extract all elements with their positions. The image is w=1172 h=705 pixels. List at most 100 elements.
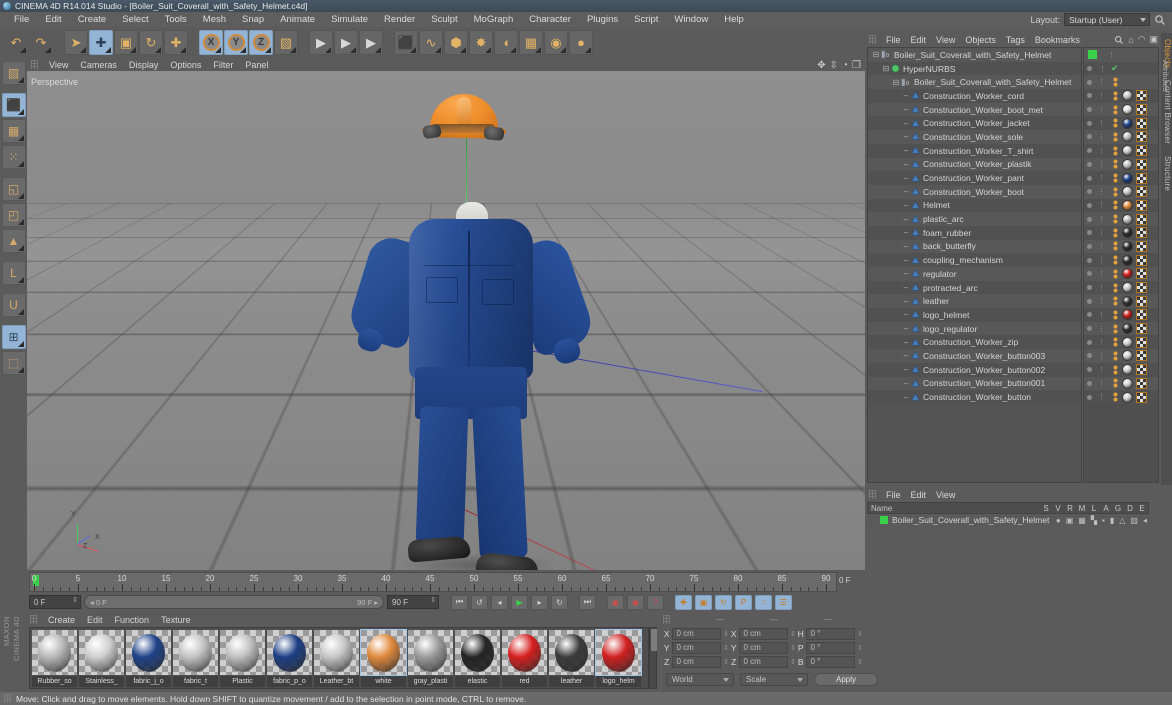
object-tree-row[interactable]: – leather: [868, 294, 1081, 309]
object-tag-row[interactable]: ⋮: [1084, 267, 1158, 281]
visibility-dot-icon[interactable]: [1087, 326, 1092, 332]
workplane-lock-button[interactable]: ⊞: [1, 325, 26, 349]
size-x-field[interactable]: 0 cm: [739, 627, 789, 640]
model-mode-button[interactable]: ⬛: [1, 93, 26, 117]
layer-column-g[interactable]: G: [1112, 504, 1124, 513]
search-icon[interactable]: [1114, 35, 1124, 45]
visibility-dot-icon[interactable]: [1087, 161, 1092, 167]
object-menu-objects[interactable]: Objects: [960, 35, 1001, 45]
object-tree-row[interactable]: – foam_rubber: [868, 225, 1081, 240]
live-selection-tool[interactable]: ➤: [64, 30, 88, 55]
visibility-dot-icon[interactable]: [1087, 230, 1092, 236]
layer-animation-icon[interactable]: ▮: [1110, 516, 1114, 525]
object-tag-row[interactable]: ⋮: [1084, 253, 1158, 267]
position-x-field[interactable]: 0 cm: [672, 627, 722, 640]
tree-expand-toggle[interactable]: ⊟: [881, 64, 891, 73]
apply-button[interactable]: Apply: [814, 673, 878, 686]
go-to-previous-frame-button[interactable]: ◂: [491, 594, 508, 610]
viewport-menu-cameras[interactable]: Cameras: [74, 60, 123, 70]
object-tag-row[interactable]: ⋮: [1084, 294, 1158, 309]
stepper-icon[interactable]: ⇕: [790, 630, 796, 638]
object-tree-row[interactable]: – Construction_Worker_boot_met: [868, 102, 1081, 117]
object-tag-row[interactable]: ⋮: [1084, 376, 1158, 391]
undo-button[interactable]: ↶: [4, 30, 28, 55]
object-tree-row[interactable]: – Helmet: [868, 198, 1081, 213]
object-tag-row[interactable]: ⋮: [1084, 116, 1158, 131]
object-menu-bookmarks[interactable]: Bookmarks: [1030, 35, 1085, 45]
material-tag-icon[interactable]: [1122, 240, 1133, 252]
menu-item-plugins[interactable]: Plugins: [579, 14, 626, 25]
move-tool[interactable]: ✚: [89, 30, 113, 55]
material-tag-icon[interactable]: [1122, 309, 1133, 321]
object-tag-row[interactable]: ⋮: [1084, 198, 1158, 213]
visibility-dot-icon[interactable]: [1087, 66, 1092, 72]
stepper-icon[interactable]: ⇕: [723, 644, 729, 652]
add-cube-object-button[interactable]: ⬛: [394, 30, 418, 55]
layer-render-icon[interactable]: ▦: [1078, 516, 1086, 525]
timeline-ruler[interactable]: 0 5 10 15 20 25 30 35 40 45 50 55 60 65 70 75 80 85 90: [29, 572, 837, 592]
tree-expand-toggle[interactable]: ⊟: [871, 50, 881, 59]
lock-y-axis-button[interactable]: Y: [224, 30, 248, 55]
uvw-tag-icon[interactable]: [1136, 377, 1147, 389]
object-tree-row[interactable]: – Construction_Worker_plastik: [868, 157, 1081, 172]
go-to-start-button[interactable]: ⏮: [451, 594, 468, 610]
viewport-menu-display[interactable]: Display: [123, 60, 165, 70]
object-tree-row[interactable]: – coupling_mechanism: [868, 253, 1081, 267]
material-item[interactable]: gray_plasti: [408, 630, 453, 687]
uvw-tag-icon[interactable]: [1136, 186, 1147, 198]
visibility-dot-icon[interactable]: [1087, 353, 1092, 359]
uvw-tag-icon[interactable]: [1136, 90, 1147, 102]
object-tree-row[interactable]: – protracted_arc: [868, 280, 1081, 295]
position-z-field[interactable]: 0 cm: [672, 655, 722, 668]
maximize-view-icon[interactable]: ❐: [852, 60, 861, 71]
object-menu-view[interactable]: View: [931, 35, 960, 45]
visibility-dot-icon[interactable]: [1087, 257, 1092, 263]
add-camera-button[interactable]: ◉: [544, 30, 568, 55]
lock-z-axis-button[interactable]: Z: [249, 30, 273, 55]
layer-view-icon[interactable]: ▣: [1066, 516, 1074, 525]
object-tree-row[interactable]: – Construction_Worker_pant: [868, 171, 1081, 185]
material-item[interactable]: Leather_bt: [314, 630, 359, 687]
material-item[interactable]: logo_helm: [595, 629, 642, 687]
panel-grip-icon[interactable]: [30, 615, 37, 624]
texture-axis-tool[interactable]: ▨: [1, 61, 26, 85]
object-tag-columns[interactable]: ⋮ ⋮ ✔ ⋮ ⋮ ⋮ ⋮ ⋮ ⋮ ⋮ ⋮ ⋮ ⋮ ⋮ ⋮ ⋮ ⋮ ⋮ ⋮ ⋮ ⋮ ⋮ ⋮ ⋮ ⋮ ⋮ ⋮: [1083, 47, 1159, 483]
object-tag-row[interactable]: ⋮: [1084, 89, 1158, 103]
visibility-dot-icon[interactable]: [1087, 189, 1092, 195]
object-tag-row[interactable]: ⋮: [1084, 225, 1158, 240]
layer-lock-icon[interactable]: ▪: [1102, 516, 1105, 525]
object-tree-row[interactable]: – regulator: [868, 267, 1081, 281]
home-icon[interactable]: ⌂: [1128, 35, 1133, 45]
layer-menu-edit[interactable]: Edit: [906, 490, 932, 500]
viewport-3d-scene[interactable]: Y X Z: [27, 71, 865, 570]
object-menu-tags[interactable]: Tags: [1001, 35, 1030, 45]
menu-item-mesh[interactable]: Mesh: [195, 14, 234, 25]
menu-item-create[interactable]: Create: [70, 14, 115, 25]
render-settings-button[interactable]: ▶: [359, 30, 383, 55]
uvw-tag-icon[interactable]: [1136, 268, 1147, 280]
play-button[interactable]: ▶: [511, 594, 528, 610]
layer-column-l[interactable]: L: [1088, 504, 1100, 513]
material-item[interactable]: red: [502, 630, 547, 687]
object-tree-row[interactable]: – logo_helmet: [868, 308, 1081, 322]
viewport-menu-view[interactable]: View: [43, 60, 74, 70]
material-tag-icon[interactable]: [1122, 145, 1133, 157]
layer-generators-icon[interactable]: △: [1119, 516, 1125, 525]
timeline-range-slider[interactable]: ◂ 0 F 90 F ▸: [84, 595, 384, 609]
material-tag-icon[interactable]: [1122, 199, 1133, 211]
loop-button[interactable]: ↻: [551, 594, 568, 610]
stepper-icon[interactable]: ⇕: [72, 597, 78, 604]
add-scene-object-button[interactable]: ◖: [494, 30, 518, 55]
menu-item-animate[interactable]: Animate: [272, 14, 323, 25]
material-item[interactable]: fabric_p_o: [267, 630, 312, 687]
panel-grip-icon[interactable]: [31, 60, 38, 69]
menu-item-help[interactable]: Help: [716, 14, 752, 25]
object-tag-row[interactable]: ⋮: [1084, 280, 1158, 295]
parameter-key-button[interactable]: P: [735, 594, 752, 610]
lock-x-axis-button[interactable]: X: [199, 30, 223, 55]
object-tree-row[interactable]: – Construction_Worker_boot: [868, 184, 1081, 199]
menu-item-sculpt[interactable]: Sculpt: [423, 14, 465, 25]
object-tag-row[interactable]: ⋮: [1084, 349, 1158, 363]
viewport-menu-panel[interactable]: Panel: [239, 60, 274, 70]
menu-item-window[interactable]: Window: [666, 14, 716, 25]
